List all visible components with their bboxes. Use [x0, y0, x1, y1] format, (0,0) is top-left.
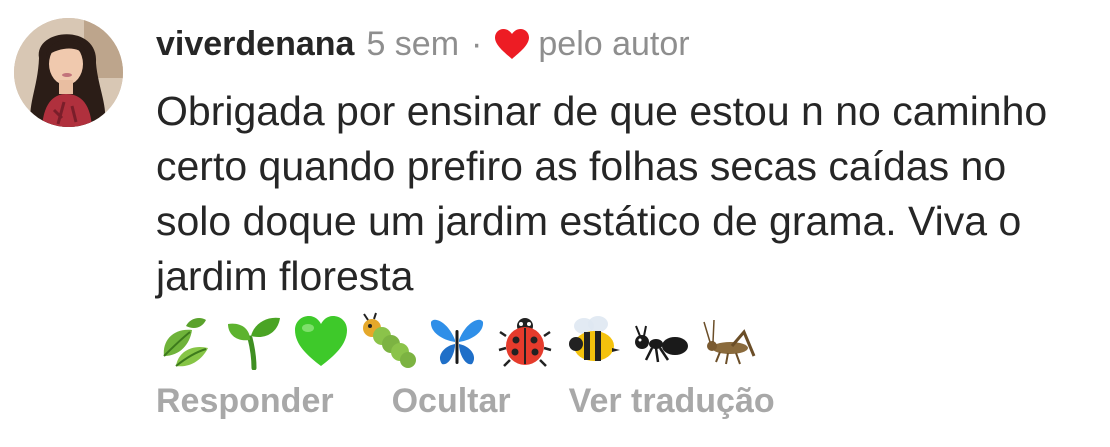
- hide-button[interactable]: Ocultar: [392, 382, 511, 421]
- cricket-emoji: [700, 312, 758, 370]
- reply-button[interactable]: Responder: [156, 382, 334, 421]
- bug-emoji: [360, 312, 418, 370]
- timestamp[interactable]: 5 sem: [366, 25, 459, 64]
- avatar[interactable]: [14, 18, 123, 127]
- leaves-emoji: [156, 312, 214, 370]
- heart-icon: [494, 28, 530, 60]
- butterfly-emoji: [428, 312, 486, 370]
- bee-emoji: [564, 312, 622, 370]
- comment-text: Obrigada por ensinar de que estou n no c…: [156, 88, 1048, 299]
- ant-emoji: [632, 312, 690, 370]
- green-heart-emoji: [292, 312, 350, 370]
- username-link[interactable]: viverdenana: [156, 25, 354, 64]
- separator-dot: ·: [471, 24, 483, 63]
- comment-content: viverdenana 5 sem · pelo autor Obrigada …: [156, 20, 1086, 372]
- comment-meta: viverdenana 5 sem · pelo autor: [156, 20, 1086, 68]
- liked-by-author-label: pelo autor: [538, 24, 690, 63]
- comment-actions: Responder Ocultar Ver tradução: [156, 382, 833, 421]
- comment: viverdenana 5 sem · pelo autor Obrigada …: [0, 0, 1110, 447]
- emoji-row: [156, 310, 1086, 372]
- ladybug-emoji: [496, 312, 554, 370]
- see-translation-button[interactable]: Ver tradução: [569, 382, 775, 421]
- seedling-emoji: [224, 312, 282, 370]
